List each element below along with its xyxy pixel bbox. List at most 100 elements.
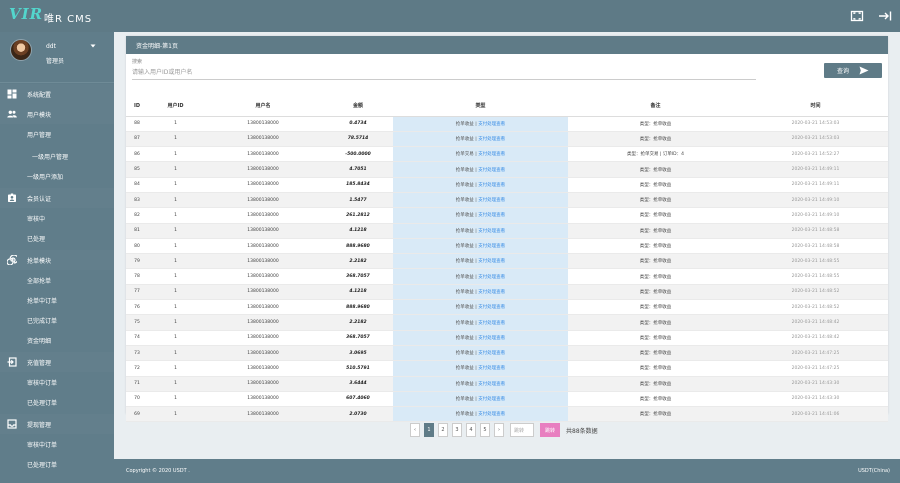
cell-time: 2020-03-21 14:47:25 — [743, 360, 888, 377]
panel-header: 资金明细-第1页 — [126, 36, 888, 54]
sidebar-item-10[interactable]: 抢单中订单 — [0, 290, 114, 310]
type-label: 抢单收益 — [455, 259, 474, 265]
type-detail-link[interactable]: 支付处理查看 — [478, 366, 505, 371]
type-detail-link[interactable]: 支付处理查看 — [478, 351, 505, 356]
type-label: 抢单收益 — [455, 182, 474, 188]
type-detail-link[interactable]: 支付处理查看 — [478, 382, 505, 387]
sidebar-item-14[interactable]: 审核中订单 — [0, 372, 114, 392]
type-detail-link[interactable]: 支付处理查看 — [478, 213, 505, 218]
sidebar-item-8[interactable]: 抢单模块 — [0, 250, 114, 270]
cell-type: 抢单收益 | 支付处理查看 — [393, 131, 568, 148]
cell-amount: 0.4734 — [323, 116, 393, 132]
cell-uid: 1 — [148, 131, 203, 148]
avatar[interactable] — [10, 39, 32, 61]
type-detail-link[interactable]: 支付处理查看 — [478, 305, 505, 310]
cell-note: 类型：抢单收益 — [568, 376, 743, 392]
cell-time: 2020-03-21 14:49:11 — [743, 177, 888, 193]
column-header: ID — [126, 96, 148, 117]
top-bar: VIR 唯R CMS — [0, 0, 900, 32]
table-body: 88 1 13800138000 0.4734 抢单收益 | 支付处理查看 类型：抢单收益… — [126, 116, 888, 423]
type-detail-link[interactable]: 支付处理查看 — [478, 259, 505, 264]
page-4-button[interactable]: 4 — [466, 423, 476, 437]
cell-type: 抢单收益 | 支付处理查看 — [393, 116, 568, 132]
type-detail-link[interactable]: 支付处理查看 — [478, 183, 505, 188]
page-jump-button[interactable]: 跳转 — [540, 423, 560, 437]
cell-uid: 1 — [148, 192, 203, 209]
type-label: 抢单收益 — [455, 198, 474, 204]
cell-type: 抢单收益 | 支付处理查看 — [393, 360, 568, 377]
type-detail-link[interactable]: 支付处理查看 — [478, 198, 505, 203]
cell-time: 2020-03-21 14:49:10 — [743, 192, 888, 209]
type-detail-link[interactable]: 支付处理查看 — [478, 290, 505, 295]
sidebar-item-label: 会员认证 — [27, 196, 52, 203]
type-detail-link[interactable]: 支付处理查看 — [478, 122, 505, 127]
sidebar-item-7[interactable]: 已处理 — [0, 228, 114, 248]
type-label: 抢单收益 — [455, 381, 474, 387]
cell-id: 82 — [126, 207, 148, 224]
cell-time: 2020-03-21 14:48:58 — [743, 238, 888, 255]
type-detail-link[interactable]: 支付处理查看 — [478, 412, 505, 417]
cell-type: 抢单收益 | 支付处理查看 — [393, 330, 568, 346]
sidebar-item-13[interactable]: 充值管理 — [0, 352, 114, 372]
cell-type: 抢单收益 | 支付处理查看 — [393, 314, 568, 331]
sidebar-item-16[interactable]: 提现管理 — [0, 414, 114, 434]
sidebar-item-label: 抢单模块 — [27, 258, 52, 265]
type-detail-link[interactable]: 支付处理查看 — [478, 336, 505, 341]
cell-uid: 1 — [148, 345, 203, 362]
cell-uid: 1 — [148, 161, 203, 178]
cell-amount: 368.7057 — [323, 330, 393, 346]
sidebar-item-0[interactable]: 系统配置 — [0, 84, 114, 104]
search-input[interactable] — [132, 66, 756, 80]
type-detail-link[interactable]: 支付处理查看 — [478, 168, 505, 173]
cell-type: 抢单收益 | 支付处理查看 — [393, 177, 568, 193]
cell-amount: 2.2182 — [323, 253, 393, 270]
type-label: 抢单收益 — [455, 274, 474, 280]
sidebar-item-label: 系统配置 — [27, 92, 52, 99]
sidebar-item-2[interactable]: 用户管理 — [0, 124, 114, 144]
sidebar-item-9[interactable]: 全部抢单 — [0, 270, 114, 290]
sidebar-item-6[interactable]: 审核中 — [0, 208, 114, 228]
cell-amount: 3.6444 — [323, 376, 393, 392]
sidebar-item-1[interactable]: 用户模块 — [0, 104, 114, 124]
fullscreen-icon[interactable] — [850, 9, 864, 23]
type-detail-link[interactable]: 支付处理查看 — [478, 152, 505, 157]
page-5-button[interactable]: 5 — [480, 423, 490, 437]
page-2-button[interactable]: 2 — [438, 423, 448, 437]
type-detail-link[interactable]: 支付处理查看 — [478, 229, 505, 234]
sidebar-item-4[interactable]: 一级用户添加 — [0, 166, 114, 186]
sidebar-item-5[interactable]: 会员认证 — [0, 188, 114, 208]
type-detail-link[interactable]: 支付处理查看 — [478, 137, 505, 142]
cell-id: 78 — [126, 268, 148, 285]
table-row: 77 1 13800138000 4.1218 抢单收益 | 支付处理查看 类型：抢单收益… — [126, 284, 888, 301]
type-detail-link[interactable]: 支付处理查看 — [478, 321, 505, 326]
sidebar-item-3[interactable]: 一级用户管理 — [0, 146, 114, 166]
page-3-button[interactable]: 3 — [452, 423, 462, 437]
page-jump-input[interactable]: 跳转 — [510, 423, 534, 437]
cell-username: 13800138000 — [203, 177, 323, 193]
type-detail-link[interactable]: 支付处理查看 — [478, 244, 505, 249]
cell-amount: 888.9680 — [323, 238, 393, 255]
logo[interactable]: VIR — [9, 5, 43, 23]
sidebar-item-18[interactable]: 已处理订单 — [0, 454, 114, 474]
send-icon — [859, 66, 869, 75]
sidebar-item-17[interactable]: 审核中订单 — [0, 434, 114, 454]
sidebar-item-11[interactable]: 已完成订单 — [0, 310, 114, 330]
sidebar: ddt 管理员 系统配置 用户模块 用户管理 一级用户管理 一级用户添加 会员认证 审核中已… — [0, 32, 114, 483]
type-detail-link[interactable]: 支付处理查看 — [478, 275, 505, 280]
type-detail-link[interactable]: 支付处理查看 — [478, 397, 505, 402]
prev-page-button[interactable]: ‹ — [410, 423, 420, 437]
sidebar-item-15[interactable]: 已处理订单 — [0, 392, 114, 412]
content-panel: 资金明细-第1页 搜索 查询 ID用户ID用户名金额类型备注时间 8811380… — [126, 36, 888, 423]
cell-note: 类型：抢单收益 — [568, 330, 743, 346]
cell-amount: 1.5477 — [323, 192, 393, 209]
page-1-button[interactable]: 1 — [424, 423, 434, 437]
cell-note: 类型：抢单收益 — [568, 268, 743, 285]
sidebar-item-12[interactable]: 资金明细 — [0, 330, 114, 350]
next-page-button[interactable]: › — [494, 423, 504, 437]
cell-id: 77 — [126, 284, 148, 301]
logout-icon[interactable] — [878, 9, 892, 23]
type-label: 抢单收益 — [455, 335, 474, 341]
search-button[interactable]: 查询 — [824, 63, 882, 78]
chevron-down-icon[interactable] — [90, 43, 96, 49]
cell-username: 13800138000 — [203, 116, 323, 132]
